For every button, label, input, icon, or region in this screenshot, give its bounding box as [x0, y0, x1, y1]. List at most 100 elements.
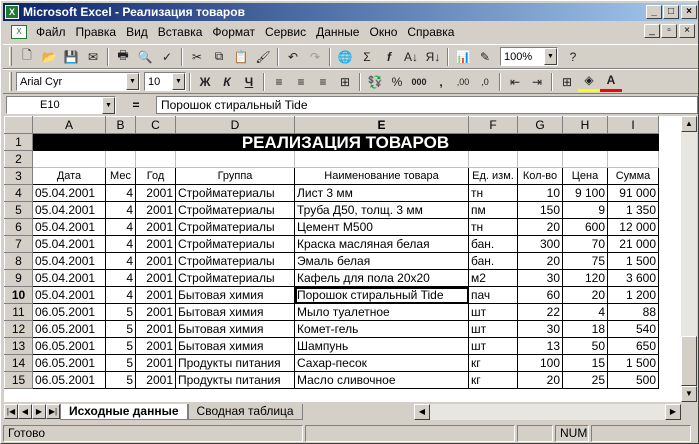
cell[interactable] — [562, 150, 608, 168]
cell[interactable] — [135, 150, 176, 168]
sort-ascending-icon[interactable]: A↓ — [400, 47, 422, 67]
column-header[interactable]: E — [294, 116, 469, 134]
help-icon[interactable]: ? — [562, 47, 584, 67]
row-header[interactable]: 10 — [4, 286, 33, 304]
vertical-scrollbar[interactable]: ▲ ▼ — [681, 116, 697, 402]
cell[interactable]: 2001 — [135, 320, 176, 338]
cell[interactable]: Стройматериалы — [175, 269, 295, 287]
cell[interactable]: 70 — [562, 235, 608, 253]
cell[interactable]: 4 — [562, 303, 608, 321]
font-select[interactable]: Arial Cyr ▼ — [16, 72, 140, 91]
close-icon[interactable]: × — [681, 5, 697, 19]
cell[interactable]: 05.04.2001 — [32, 269, 106, 287]
hyperlink-icon[interactable]: 🌐 — [334, 47, 356, 67]
zoom-select[interactable]: 100% ▼ — [500, 47, 558, 66]
cell[interactable]: шт — [468, 303, 518, 321]
active-cell[interactable]: Порошок стиральный Tide — [294, 286, 469, 304]
formula-input[interactable]: Порошок стиральный Tide — [156, 96, 698, 114]
menu-edit[interactable]: Правка — [71, 25, 122, 39]
cell[interactable]: 4 — [105, 201, 136, 219]
cell[interactable]: Бытовая химия — [175, 320, 295, 338]
cell[interactable]: 30 — [517, 269, 563, 287]
cell[interactable]: 30 — [517, 320, 563, 338]
cell[interactable]: 5 — [105, 371, 136, 389]
cell[interactable]: 13 — [517, 337, 563, 355]
cell[interactable]: 91 000 — [607, 184, 659, 202]
scroll-left-icon[interactable]: ◀ — [414, 404, 430, 420]
cell[interactable]: Стройматериалы — [175, 252, 295, 270]
scroll-thumb[interactable] — [681, 336, 697, 386]
fill-color-icon[interactable]: ◈ — [578, 72, 600, 92]
cell[interactable]: Бытовая химия — [175, 337, 295, 355]
cell[interactable]: 10 — [517, 184, 563, 202]
cell[interactable]: 5 — [105, 303, 136, 321]
align-right-icon[interactable]: ≡ — [312, 72, 334, 92]
cell[interactable]: 2001 — [135, 354, 176, 372]
cut-icon[interactable]: ✂ — [186, 47, 208, 67]
cell[interactable]: 06.05.2001 — [32, 354, 106, 372]
doc-minimize-icon[interactable]: _ — [644, 24, 660, 38]
menu-file[interactable]: Файл — [31, 25, 71, 39]
cell[interactable]: Труба Д50, толщ. 3 мм — [294, 201, 469, 219]
underline-button[interactable]: Ч — [238, 72, 260, 92]
spelling-icon[interactable]: ✓ — [156, 47, 178, 67]
column-header[interactable]: C — [135, 116, 176, 134]
row-header[interactable]: 9 — [4, 269, 33, 287]
cell[interactable]: 05.04.2001 — [32, 218, 106, 236]
cell[interactable]: Продукты питания — [175, 371, 295, 389]
row-header[interactable]: 3 — [4, 167, 33, 185]
cell[interactable]: 2001 — [135, 303, 176, 321]
column-header[interactable]: F — [468, 116, 518, 134]
cell[interactable]: шт — [468, 337, 518, 355]
print-preview-icon[interactable]: 🔍 — [134, 47, 156, 67]
cell[interactable]: 21 000 — [607, 235, 659, 253]
cell[interactable]: пм — [468, 201, 518, 219]
row-header[interactable]: 5 — [4, 201, 33, 219]
menu-view[interactable]: Вид — [121, 25, 153, 39]
chevron-down-icon[interactable]: ▼ — [172, 73, 185, 90]
row-header[interactable]: 1 — [4, 133, 33, 151]
cell[interactable]: 5 — [105, 337, 136, 355]
cell[interactable]: 4 — [105, 184, 136, 202]
cell[interactable]: 2001 — [135, 337, 176, 355]
decrease-decimal-button[interactable]: ,0 — [474, 72, 496, 92]
bold-button[interactable]: Ж — [194, 72, 216, 92]
cell[interactable]: 4 — [105, 286, 136, 304]
cell[interactable]: 3 600 — [607, 269, 659, 287]
cell[interactable]: 600 — [562, 218, 608, 236]
header-cell[interactable]: Кол-во — [517, 167, 563, 185]
comma-button[interactable]: , — [430, 72, 452, 92]
open-icon[interactable]: 📂 — [38, 47, 60, 67]
cell[interactable]: Масло сливочное — [294, 371, 469, 389]
cell[interactable]: бан. — [468, 235, 518, 253]
cell[interactable]: 05.04.2001 — [32, 235, 106, 253]
cell[interactable]: 06.05.2001 — [32, 320, 106, 338]
cell[interactable]: 2001 — [135, 201, 176, 219]
cell[interactable]: тн — [468, 184, 518, 202]
increase-decimal-button[interactable]: ,00 — [452, 72, 474, 92]
row-header[interactable]: 4 — [4, 184, 33, 202]
align-left-icon[interactable]: ≡ — [268, 72, 290, 92]
cell[interactable]: Стройматериалы — [175, 201, 295, 219]
cell[interactable]: 1 500 — [607, 354, 659, 372]
formula-equals[interactable]: = — [116, 98, 156, 112]
cell[interactable]: 20 — [562, 286, 608, 304]
italic-button[interactable]: К — [216, 72, 238, 92]
last-sheet-icon[interactable]: ▶| — [46, 404, 60, 419]
cell[interactable]: 20 — [517, 252, 563, 270]
menu-format[interactable]: Формат — [207, 25, 260, 39]
menu-help[interactable]: Справка — [402, 25, 459, 39]
cell[interactable]: 150 — [517, 201, 563, 219]
column-header[interactable]: A — [32, 116, 106, 134]
cell[interactable]: 15 — [562, 354, 608, 372]
copy-icon[interactable]: ⧉ — [208, 47, 230, 67]
currency-icon[interactable]: 💱 — [364, 72, 386, 92]
cell[interactable]: кг — [468, 354, 518, 372]
undo-icon[interactable]: ↶ — [282, 47, 304, 67]
cell[interactable] — [294, 150, 469, 168]
cell[interactable]: 20 — [517, 218, 563, 236]
minimize-icon[interactable]: _ — [646, 5, 662, 19]
cell[interactable]: 4 — [105, 235, 136, 253]
increase-indent-icon[interactable]: ⇥ — [526, 72, 548, 92]
align-center-icon[interactable]: ≡ — [290, 72, 312, 92]
